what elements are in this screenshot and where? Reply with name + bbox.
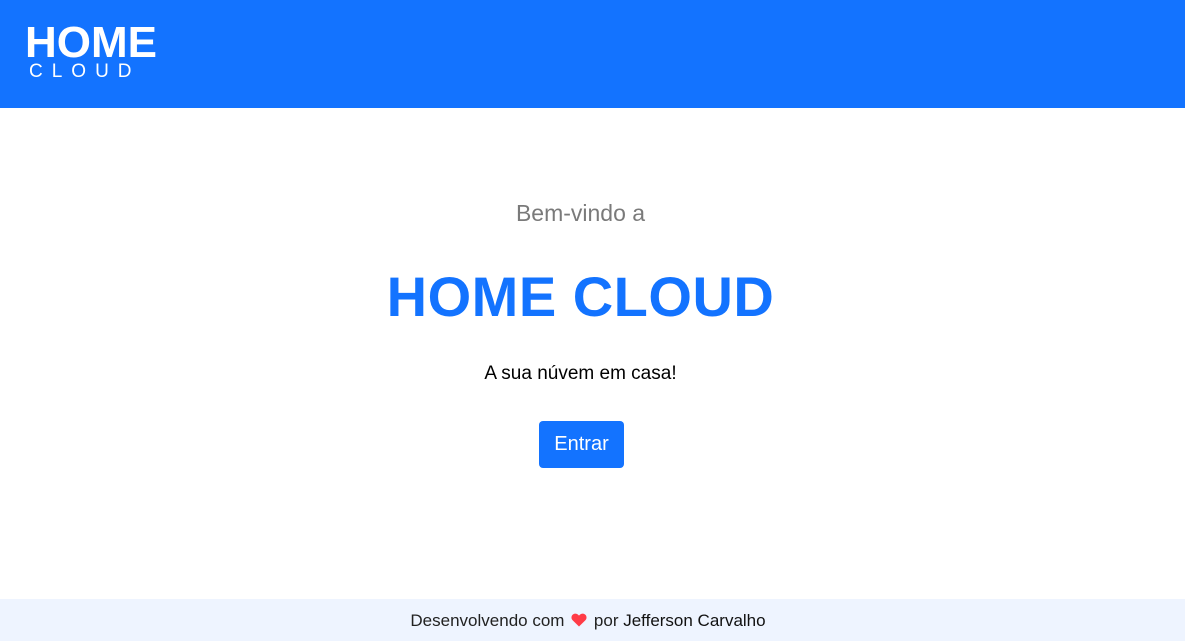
- brand-title: HOME CLOUD: [386, 265, 775, 328]
- page: HOME CLOUD Bem-vindo a HOME CLOUD A sua …: [0, 0, 1185, 641]
- welcome-text: Bem-vindo a: [515, 200, 646, 226]
- footer-prefix: Desenvolvendo com: [410, 611, 565, 630]
- footer: Desenvolvendo com por Jefferson Carvalho: [0, 599, 1185, 641]
- enter-button[interactable]: Entrar: [539, 421, 624, 468]
- heart-icon: [571, 613, 587, 627]
- author-name: Jefferson Carvalho: [623, 611, 766, 630]
- navbar: HOME CLOUD: [0, 0, 1185, 108]
- logo-link[interactable]: HOME CLOUD: [25, 18, 165, 82]
- logo-text-top: HOME: [25, 18, 157, 67]
- hero-section: Bem-vindo a HOME CLOUD A sua núvem em ca…: [0, 108, 1185, 599]
- tagline: A sua núvem em casa!: [484, 363, 677, 384]
- footer-credit: Desenvolvendo com por Jefferson Carvalho: [0, 599, 1176, 641]
- footer-middle: por: [593, 611, 619, 630]
